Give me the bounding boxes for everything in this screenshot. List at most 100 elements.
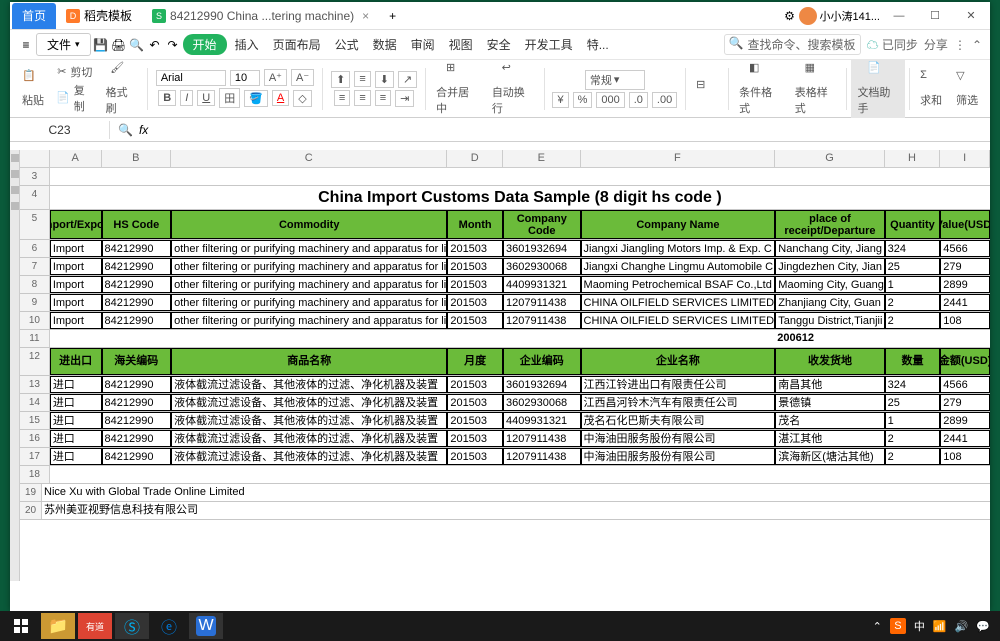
cell[interactable]: 201503: [447, 276, 503, 293]
cell[interactable]: [687, 502, 830, 519]
cell[interactable]: [50, 168, 102, 185]
row-header-10[interactable]: 10: [20, 312, 50, 329]
table-style-button[interactable]: ▦表格样式: [789, 59, 843, 118]
row-header-19[interactable]: 19: [20, 484, 42, 501]
cell[interactable]: Import: [50, 276, 102, 293]
cell[interactable]: [503, 168, 581, 185]
cell[interactable]: 201503: [447, 258, 503, 275]
tray-sogou-icon[interactable]: S: [890, 618, 906, 634]
close-button[interactable]: ✕: [954, 5, 988, 27]
skin-icon[interactable]: ⚙: [781, 8, 797, 24]
col-header-H[interactable]: H: [885, 150, 941, 167]
menu-data[interactable]: 数据: [367, 32, 403, 57]
cell[interactable]: place of receipt/Departure: [775, 210, 884, 239]
menu-view[interactable]: 视图: [443, 32, 479, 57]
cell[interactable]: Maoming City, Guang: [775, 276, 884, 293]
italic-button[interactable]: I: [180, 90, 193, 106]
row-header-13[interactable]: 13: [20, 376, 50, 393]
cell[interactable]: 84212990: [102, 412, 172, 429]
menu-dev[interactable]: 开发工具: [519, 32, 579, 57]
bold-button[interactable]: B: [158, 90, 176, 106]
cell[interactable]: [581, 330, 776, 347]
cond-format-button[interactable]: ◧条件格式: [733, 59, 787, 118]
cell[interactable]: [911, 502, 953, 519]
cell[interactable]: 84212990: [102, 312, 172, 329]
cell[interactable]: [830, 502, 911, 519]
row-header-8[interactable]: 8: [20, 276, 50, 293]
cell[interactable]: 中海油田服务股份有限公司: [581, 448, 776, 465]
sync-status[interactable]: ☁ 已同步: [867, 36, 918, 53]
orientation-button[interactable]: ↗: [398, 71, 417, 88]
row-header-4[interactable]: 4: [20, 186, 50, 209]
cell[interactable]: Import: [50, 294, 102, 311]
cell[interactable]: [385, 502, 588, 519]
menu-formula[interactable]: 公式: [329, 32, 365, 57]
cell[interactable]: [171, 330, 447, 347]
cell[interactable]: 201503: [447, 412, 503, 429]
row-header-18[interactable]: 18: [20, 466, 50, 483]
comma-button[interactable]: 000: [596, 92, 624, 108]
cell[interactable]: 商品名称: [171, 348, 447, 375]
cell[interactable]: 84212990: [102, 258, 172, 275]
row-header-11[interactable]: 11: [20, 330, 50, 347]
cell[interactable]: [333, 502, 385, 519]
cell[interactable]: 4566: [940, 240, 990, 257]
col-header-E[interactable]: E: [503, 150, 581, 167]
tray-volume-icon[interactable]: 🔊: [955, 620, 969, 633]
cell[interactable]: 25: [885, 258, 941, 275]
cell[interactable]: [830, 484, 911, 501]
col-header-C[interactable]: C: [171, 150, 447, 167]
cell[interactable]: 滨海新区(塘沽其他): [775, 448, 884, 465]
cell[interactable]: 3602930068: [503, 258, 581, 275]
cell[interactable]: 200612: [775, 330, 884, 347]
cell[interactable]: [629, 502, 687, 519]
cell[interactable]: [940, 466, 990, 483]
cell[interactable]: Company Name: [581, 210, 776, 239]
cell[interactable]: CHINA OILFIELD SERVICES LIMITED: [581, 294, 776, 311]
select-all-button[interactable]: [20, 150, 50, 167]
zoom-icon[interactable]: 🔍: [118, 123, 133, 137]
cell[interactable]: other filtering or purifying machinery a…: [171, 240, 447, 257]
row-header-20[interactable]: 20: [20, 502, 42, 519]
cell[interactable]: 324: [885, 240, 941, 257]
cell[interactable]: 进口: [50, 412, 102, 429]
cell[interactable]: 茂名: [775, 412, 884, 429]
clear-format-button[interactable]: ◇: [293, 90, 311, 107]
sum-button[interactable]: Σ求和: [914, 67, 948, 110]
side-icon[interactable]: [11, 170, 19, 178]
row-header-7[interactable]: 7: [20, 258, 50, 275]
cell[interactable]: 279: [940, 258, 990, 275]
cell[interactable]: 金额(USD): [940, 348, 990, 375]
cell[interactable]: 进口: [50, 376, 102, 393]
print-icon[interactable]: 🖨: [111, 37, 127, 53]
row-header-16[interactable]: 16: [20, 430, 50, 447]
cell[interactable]: Import/Export: [50, 210, 102, 239]
menu-review[interactable]: 审阅: [405, 32, 441, 57]
username-label[interactable]: 小小涛141...: [819, 8, 880, 24]
cell[interactable]: 2: [885, 294, 941, 311]
cell[interactable]: 江西江铃进出口有限责任公司: [581, 376, 776, 393]
cell[interactable]: 324: [885, 376, 941, 393]
align-center-button[interactable]: ≡: [354, 90, 370, 106]
cell[interactable]: Tanggu District,Tianjii: [775, 312, 884, 329]
col-header-D[interactable]: D: [447, 150, 503, 167]
cell[interactable]: 201503: [447, 376, 503, 393]
cell[interactable]: Quantity: [885, 210, 941, 239]
menu-icon[interactable]: ≡: [18, 37, 34, 53]
cell[interactable]: 2: [885, 448, 941, 465]
row-header-3[interactable]: 3: [20, 168, 50, 185]
cell[interactable]: 进口: [50, 448, 102, 465]
filter-button[interactable]: ▽筛选: [950, 67, 984, 110]
cell[interactable]: 茂名石化巴斯夫有限公司: [581, 412, 776, 429]
cell[interactable]: 2899: [940, 276, 990, 293]
cell[interactable]: 108: [940, 448, 990, 465]
tab-home[interactable]: 首页: [12, 3, 56, 29]
wrap-text-button[interactable]: ↩自动换行: [486, 59, 540, 118]
cell[interactable]: other filtering or purifying machinery a…: [171, 312, 447, 329]
cell[interactable]: Company Code: [503, 210, 581, 239]
collapse-icon[interactable]: ⌃: [972, 38, 982, 52]
cell[interactable]: [102, 330, 172, 347]
side-icon[interactable]: [11, 186, 19, 194]
underline-button[interactable]: U: [197, 90, 215, 106]
copy-button[interactable]: 复制: [74, 82, 94, 114]
